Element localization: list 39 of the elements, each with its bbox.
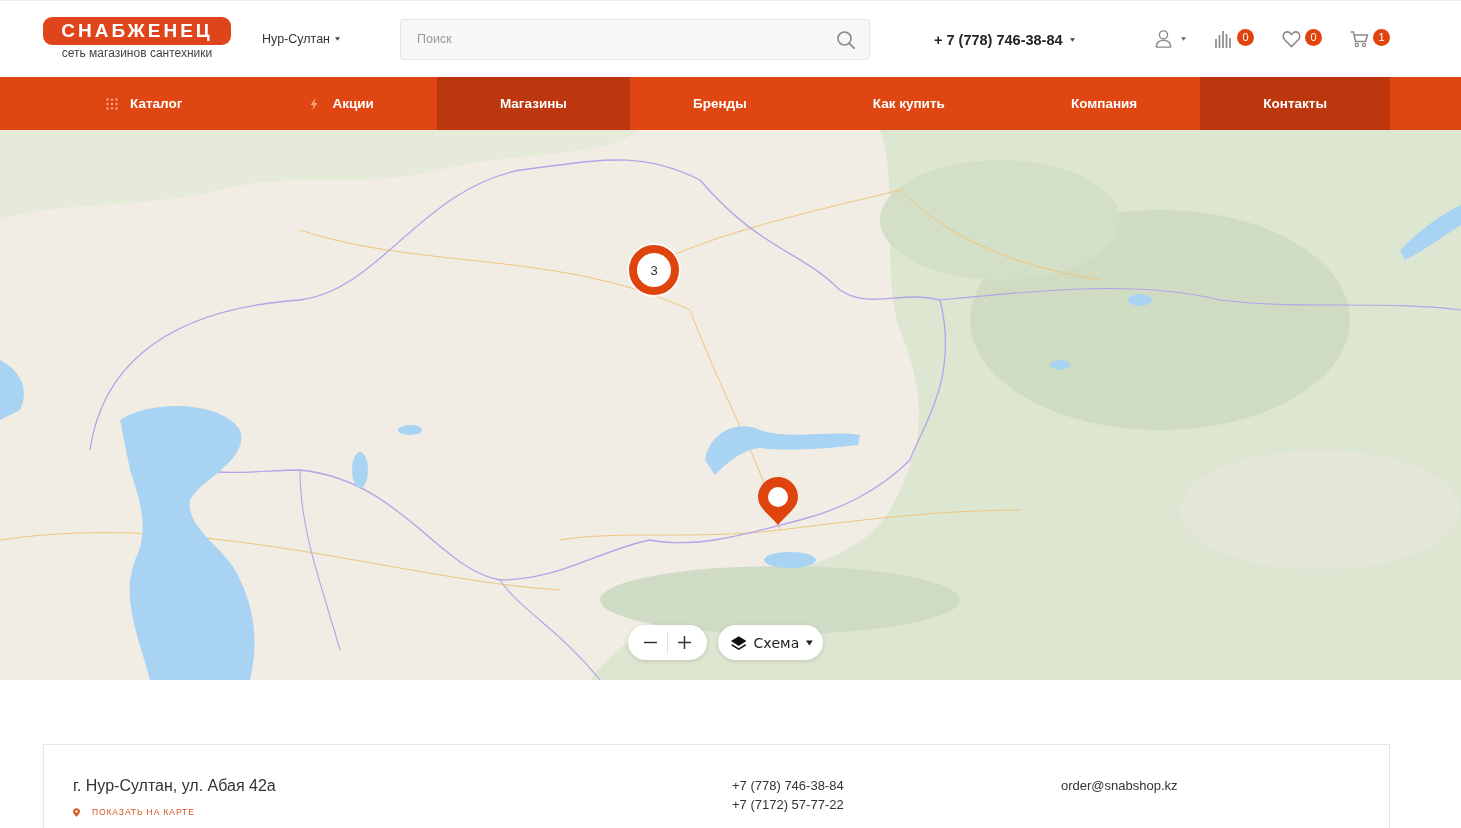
caret-icon bbox=[335, 37, 340, 41]
favorites-button[interactable]: 0 bbox=[1282, 30, 1322, 48]
map-pin-icon[interactable] bbox=[757, 476, 799, 526]
map-pin-icon bbox=[73, 807, 80, 817]
logo-tagline: сеть магазинов сантехники bbox=[61, 46, 213, 61]
nav-link[interactable]: Акции bbox=[245, 77, 437, 130]
nav-link[interactable]: Компания bbox=[1007, 77, 1201, 130]
store-address: г. Нур-Султан, ул. Абая 42а bbox=[73, 777, 276, 795]
phone-number: +7 (7172) 57-77-22 bbox=[732, 796, 844, 814]
heart-icon bbox=[1282, 30, 1301, 48]
phone-number: +7 (778) 746-38-84 bbox=[732, 777, 844, 795]
caret-icon bbox=[806, 639, 813, 646]
layers-icon bbox=[730, 634, 748, 651]
user-icon bbox=[1154, 30, 1173, 48]
nav-link[interactable]: Каталог bbox=[43, 77, 246, 130]
phone-dropdown[interactable]: + 7 (778) 746-38-84 bbox=[934, 32, 1075, 48]
caret-icon bbox=[1069, 38, 1075, 42]
show-on-map-link[interactable]: ПОКАЗАТЬ НА КАРТЕ bbox=[73, 807, 195, 817]
cart-icon bbox=[1350, 30, 1369, 48]
search-icon[interactable] bbox=[837, 30, 855, 49]
bar-chart-icon bbox=[1214, 30, 1233, 48]
grid-icon bbox=[106, 97, 119, 110]
nav-link[interactable]: Как купить bbox=[809, 77, 1008, 130]
count-badge: 0 bbox=[1305, 29, 1322, 46]
cart-button[interactable]: 1 bbox=[1350, 30, 1390, 48]
nav-link[interactable]: Бренды bbox=[629, 77, 810, 130]
plus-icon bbox=[678, 636, 691, 649]
account-button[interactable] bbox=[1154, 30, 1186, 48]
logo-wordmark[interactable]: СНАБЖЕНЕЦ bbox=[43, 17, 231, 45]
count-badge: 0 bbox=[1237, 29, 1254, 46]
compare-button[interactable]: 0 bbox=[1214, 30, 1254, 48]
map-type-button[interactable]: Схема bbox=[718, 625, 823, 660]
nav-link[interactable]: Контакты bbox=[1200, 77, 1391, 130]
email-address: order@snabshop.kz bbox=[1061, 777, 1178, 795]
nav-link[interactable]: Магазины bbox=[436, 77, 630, 130]
city-selector[interactable]: Нур-Султан bbox=[262, 32, 340, 46]
count-badge: 1 bbox=[1373, 29, 1390, 46]
caret-icon bbox=[1181, 37, 1186, 41]
search-field[interactable]: Поиск bbox=[400, 18, 870, 60]
